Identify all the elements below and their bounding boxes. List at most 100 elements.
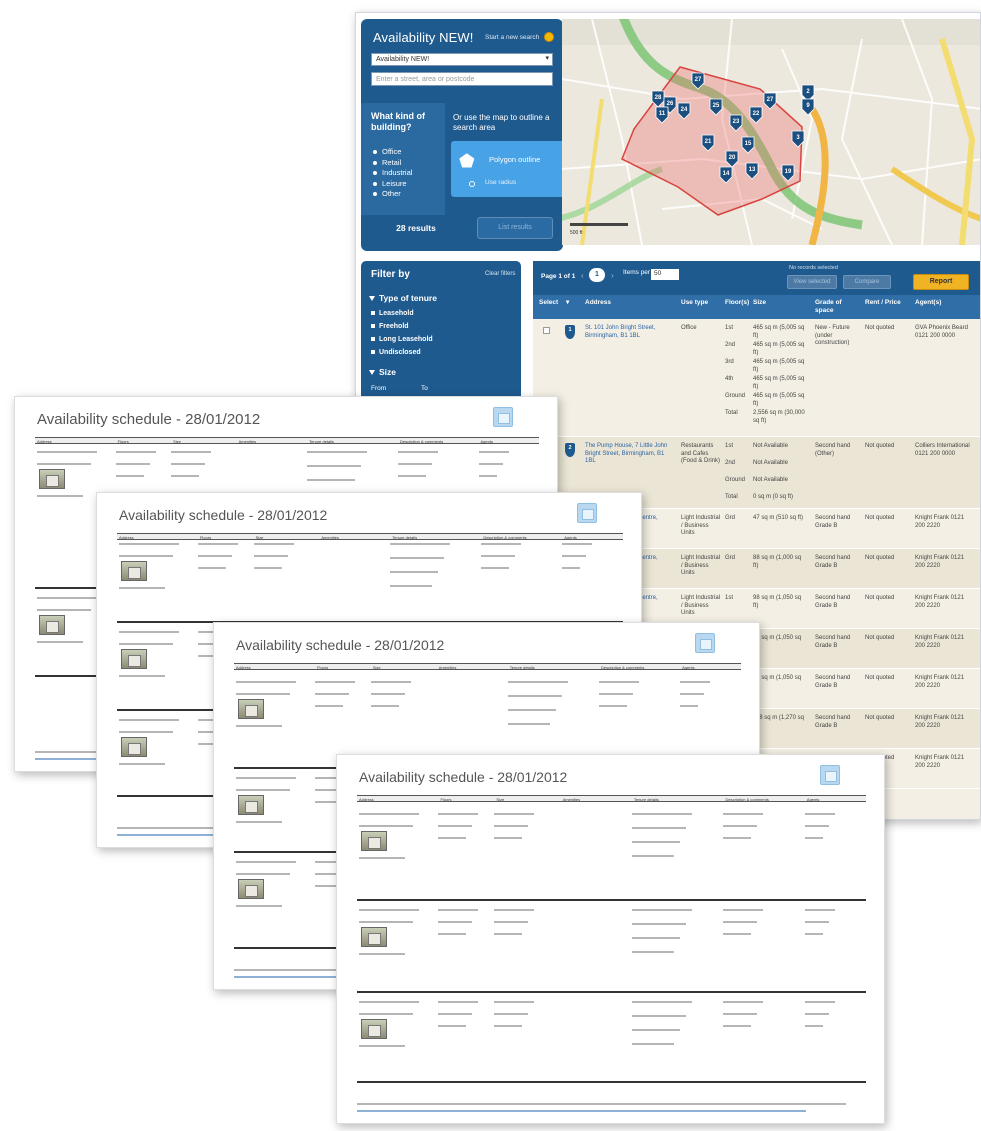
report-text-line: [507, 723, 550, 725]
col-rent[interactable]: Rent / Price: [865, 299, 901, 307]
col-size[interactable]: Size: [753, 299, 766, 307]
search-type-value: Availability NEW!: [376, 56, 430, 63]
report-text-line: [804, 1013, 829, 1015]
report-button[interactable]: Report: [913, 274, 969, 290]
report-column-header: Floors: [117, 439, 129, 444]
property-photo: [238, 879, 264, 899]
view-selected-button[interactable]: View selected: [787, 275, 837, 289]
radius-radio[interactable]: [469, 181, 475, 187]
report-column-header: Size: [173, 439, 181, 444]
report-text-line: [631, 1043, 674, 1045]
col-grade[interactable]: Grade of space: [815, 299, 851, 314]
row-agent: Colliers International 0121 200 0000: [915, 443, 970, 457]
building-type-question: What kind of building?: [371, 111, 425, 132]
tenure-heading[interactable]: Type of tenure: [369, 293, 437, 303]
report-text-line: [171, 451, 212, 453]
row-address-link[interactable]: St. 101 John Bright Street, Birmingham, …: [585, 325, 671, 340]
report-property-section: [357, 809, 866, 901]
map-pin-label: 20: [729, 155, 736, 161]
report-text-line: [359, 921, 413, 923]
report-text-line: [438, 933, 467, 935]
report-text-line: [631, 1015, 686, 1017]
report-text-line: [599, 705, 628, 707]
row-size: 98 sq m (1,050 sq ft): [753, 595, 802, 609]
report-text-line: [494, 921, 529, 923]
building-type-option[interactable]: Leisure: [373, 179, 412, 190]
row-size: 465 sq m (5,005 sq ft): [753, 325, 805, 339]
row-floors: Grd: [725, 515, 735, 523]
tenure-option[interactable]: Leasehold: [371, 307, 433, 320]
row-size: 465 sq m (5,005 sq ft): [753, 376, 805, 390]
help-icon[interactable]: [544, 32, 554, 42]
report-text-line: [197, 555, 232, 557]
building-type-option[interactable]: Other: [373, 189, 412, 200]
col-agent[interactable]: Agent(s): [915, 299, 941, 307]
report-text-line: [253, 555, 288, 557]
building-type-option[interactable]: Industrial: [373, 168, 412, 179]
map-canvas: 500 ft 272826112425232227292120141315193: [562, 19, 980, 245]
screenshot-stage: Availability NEW! Start a new search Ava…: [0, 0, 981, 1131]
row-rent: Not quoted: [865, 635, 895, 641]
tenure-option[interactable]: Undisclosed: [371, 346, 433, 359]
row-use-type: Light Industrial / Business Units: [681, 555, 721, 576]
report-text-line: [438, 1013, 473, 1015]
filter-panel: Filter by Clear filters Type of tenure L…: [361, 261, 521, 411]
row-pin-icon[interactable]: 2: [565, 443, 575, 457]
col-floor[interactable]: Floor(s): [725, 299, 749, 307]
row-address-link[interactable]: The Pump House, 7 Little John Bright Str…: [585, 443, 671, 466]
report-text-line: [680, 705, 699, 707]
page-number[interactable]: 1: [589, 268, 605, 282]
col-use-type[interactable]: Use type: [681, 299, 708, 307]
tenure-option[interactable]: Long Leasehold: [371, 333, 433, 346]
clear-filters-link[interactable]: Clear filters: [485, 271, 515, 277]
report-table-header: Address Floors Size Amenities Tenure details…: [35, 437, 539, 444]
polygon-outline-label: Polygon outline: [489, 155, 541, 164]
report-text-line: [37, 463, 91, 465]
report-title: Availability schedule - 28/01/2012: [236, 637, 445, 653]
report-column-header: Tenure details: [633, 797, 659, 802]
row-floor: Ground: [725, 393, 746, 399]
report-text-line: [680, 693, 705, 695]
col-address[interactable]: Address: [585, 299, 611, 307]
company-logo: [820, 765, 840, 785]
row-grade: Second hand Grade B: [815, 715, 851, 729]
row-pin-icon[interactable]: 1: [565, 325, 575, 339]
row-select-checkbox[interactable]: [543, 327, 550, 334]
report-text-line: [804, 921, 829, 923]
row-rent: Not quoted: [865, 595, 895, 601]
report-text-line: [723, 1025, 752, 1027]
polygon-outline-button[interactable]: ⬟ Polygon outline Use radius: [451, 141, 563, 197]
items-per-page-select[interactable]: 50: [651, 269, 679, 280]
map-pin-label: 26: [667, 101, 674, 107]
search-type-select[interactable]: Availability NEW! ▾: [371, 53, 553, 66]
report-page: Availability schedule - 28/01/2012 Addres…: [336, 754, 885, 1124]
report-text-line: [723, 1001, 764, 1003]
page-label: Page 1 of 1: [541, 273, 576, 280]
compare-button[interactable]: Compare: [843, 275, 891, 289]
building-type-option[interactable]: Retail: [373, 158, 412, 169]
col-select[interactable]: Select: [539, 299, 558, 307]
list-results-button[interactable]: List results: [477, 217, 553, 239]
search-map[interactable]: 500 ft 27 28 26 11 24 25 23 22 27 2 9 21 20 14 13 15 19 3: [562, 19, 980, 245]
report-text-line: [119, 763, 165, 765]
table-row[interactable]: 1 St. 101 John Bright Street, Birmingham,…: [533, 319, 980, 437]
new-search-link[interactable]: Start a new search: [485, 34, 539, 41]
building-type-option[interactable]: Office: [373, 147, 412, 158]
location-search-input[interactable]: Enter a street, area or postcode: [371, 72, 553, 86]
next-page-icon[interactable]: ›: [611, 271, 614, 280]
report-text-line: [236, 789, 290, 791]
report-text-line: [438, 825, 473, 827]
map-pin-label: 22: [753, 111, 760, 117]
size-heading[interactable]: Size: [369, 367, 396, 377]
report-text-line: [37, 597, 97, 599]
tenure-option[interactable]: Freehold: [371, 320, 433, 333]
property-photo: [238, 699, 264, 719]
row-floors: Grd: [725, 555, 735, 563]
results-toolbar: Page 1 of 1 ‹ 1 › Items per page 50 No r…: [533, 261, 980, 295]
property-photo: [361, 927, 387, 947]
row-grade: Second hand Grade B: [815, 595, 851, 609]
report-text-line: [119, 675, 165, 677]
map-outline-hint: Or use the map to outline a search area: [453, 113, 550, 132]
report-text-line: [723, 813, 764, 815]
prev-page-icon[interactable]: ‹: [581, 271, 584, 280]
